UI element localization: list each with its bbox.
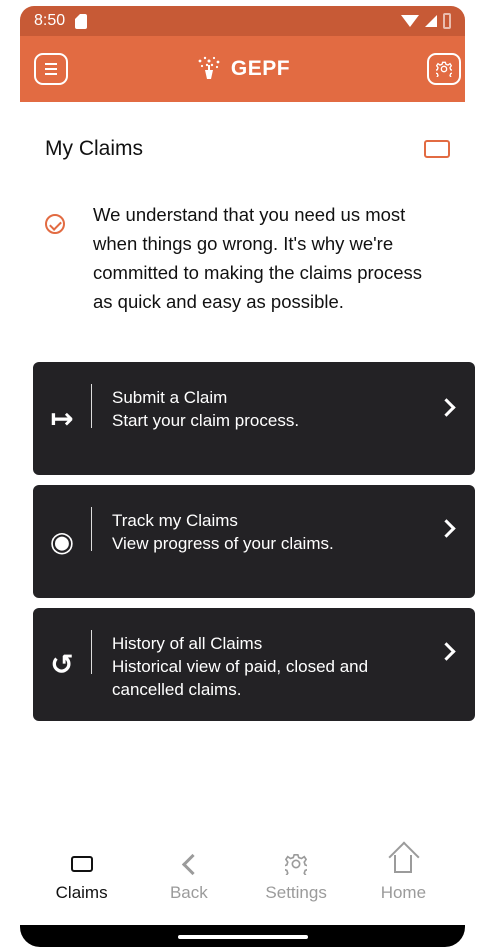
card-title: Submit a Claim [112, 388, 228, 407]
check-circle-icon [45, 214, 65, 234]
intro-text: We understand that you need us most when… [93, 204, 423, 312]
phone-screen: 8:50 GEPF My Claims We understand that y… [0, 0, 485, 947]
nav-label-home: Home [380, 883, 427, 902]
card-text: History of all Claims Historical view of… [112, 632, 397, 701]
nav-settings[interactable]: Settings [246, 852, 346, 903]
gepf-logo-icon [198, 56, 220, 79]
settings-button-top[interactable] [427, 53, 461, 85]
nav-label-back: Back [169, 883, 208, 902]
menu-icon [45, 63, 57, 75]
card-divider [91, 507, 92, 551]
card-subtitle: Start your claim process. [112, 411, 300, 430]
claims-icon [32, 852, 132, 876]
card-text: Track my Claims View progress of your cl… [112, 509, 397, 555]
app-bar: GEPF [20, 36, 465, 102]
gear-icon [246, 852, 346, 876]
card-title: History of all Claims [112, 634, 263, 653]
status-bar: 8:50 [20, 6, 465, 36]
nav-label-settings: Settings [265, 883, 327, 902]
nav-back[interactable]: Back [139, 852, 239, 903]
submit-arrow-icon: ↦ [50, 403, 74, 434]
card-divider [91, 630, 92, 674]
status-icons [401, 13, 451, 29]
cell-signal-icon [425, 15, 437, 27]
card-title: Track my Claims [112, 511, 238, 530]
card-divider [91, 384, 92, 428]
chevron-left-icon [139, 852, 239, 876]
page-title: My Claims [45, 137, 143, 160]
card-text: Submit a Claim Start your claim process. [112, 386, 397, 432]
claims-content: My Claims We understand that you need us… [20, 102, 475, 947]
history-claims-card[interactable]: ↺ History of all Claims Historical view … [33, 608, 475, 721]
gesture-handle[interactable] [177, 935, 308, 939]
menu-button[interactable] [34, 53, 68, 85]
track-progress-icon: ◉ [49, 526, 75, 557]
system-gesture-bar [20, 925, 465, 947]
sd-card-icon [75, 13, 88, 29]
gear-icon [436, 61, 452, 77]
card-subtitle: View progress of your claims. [112, 534, 334, 553]
bottom-navigation: Claims Back Settings Home [20, 846, 465, 909]
status-left: 8:50 [34, 12, 88, 30]
battery-icon [443, 13, 451, 29]
claims-view-icon[interactable] [424, 140, 450, 158]
history-icon: ↺ [50, 649, 74, 680]
chevron-right-icon [437, 519, 456, 538]
app-title: GEPF [230, 57, 291, 80]
claims-header: My Claims [45, 136, 450, 162]
claims-intro: We understand that you need us most when… [45, 200, 445, 316]
wifi-icon [401, 15, 419, 27]
chevron-right-icon [437, 398, 456, 417]
status-time: 8:50 [34, 12, 66, 29]
chevron-right-icon [437, 642, 456, 661]
nav-label-claims: Claims [55, 883, 108, 902]
home-icon [353, 852, 453, 876]
submit-claim-card[interactable]: ↦ Submit a Claim Start your claim proces… [33, 362, 475, 475]
brand: GEPF [195, 55, 290, 83]
nav-claims[interactable]: Claims [32, 852, 132, 903]
track-claims-card[interactable]: ◉ Track my Claims View progress of your … [33, 485, 475, 598]
nav-home[interactable]: Home [353, 852, 453, 903]
card-subtitle: Historical view of paid, closed and canc… [112, 657, 369, 699]
